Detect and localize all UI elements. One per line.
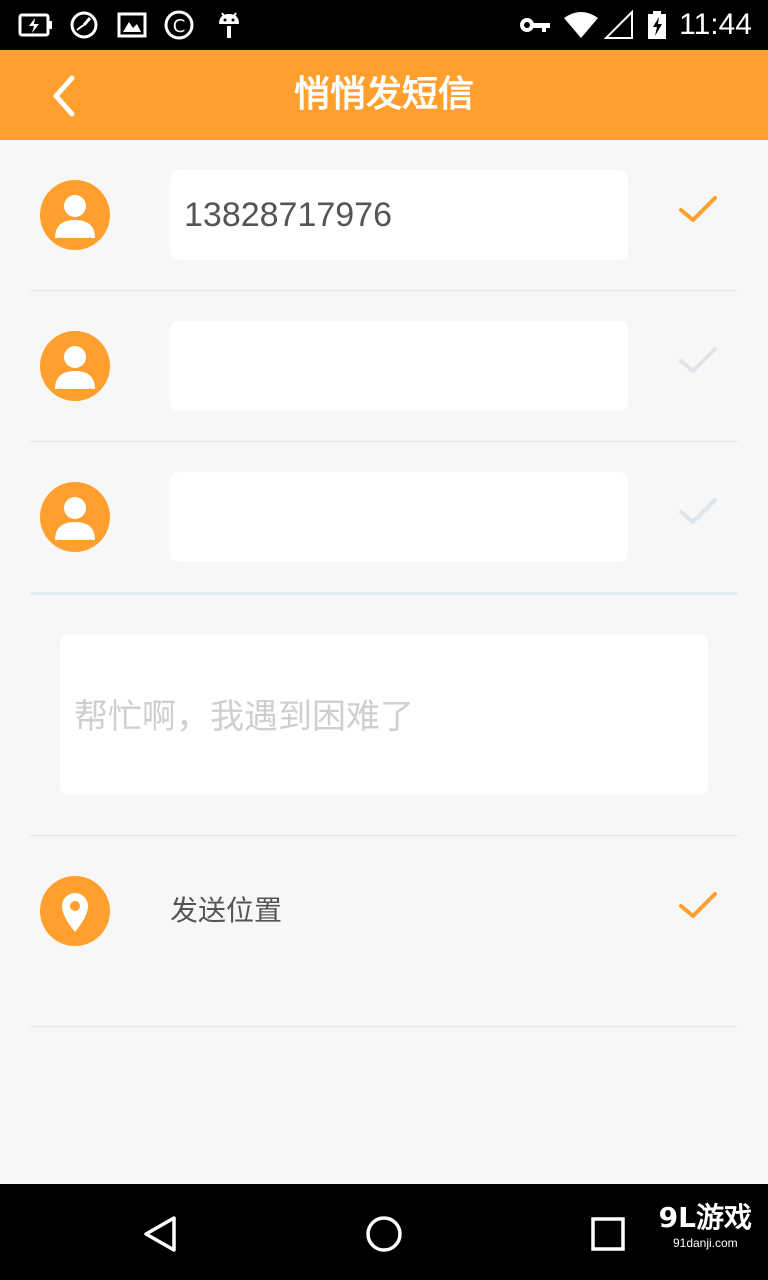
check-icon[interactable] (676, 343, 720, 379)
page-title: 悄悄发短信 (293, 74, 474, 115)
android-icon (219, 12, 239, 38)
speedometer-icon (70, 11, 98, 39)
battery-charging-icon (18, 13, 52, 37)
gallery-icon (117, 12, 147, 38)
clock-time: 11:44 (679, 8, 752, 41)
vpn-key-icon (520, 18, 550, 32)
message-input[interactable] (60, 635, 708, 795)
map-pin-icon (62, 893, 88, 932)
app-bar: 悄悄发短信 (0, 50, 768, 140)
status-bar: C 11:44 (0, 0, 768, 50)
contact-row (0, 291, 768, 442)
watermark-logo: 9L游戏 (658, 1201, 752, 1234)
send-location-label: 发送位置 (170, 894, 283, 927)
back-triangle-icon[interactable] (138, 1212, 182, 1256)
phone-input-3[interactable] (170, 472, 628, 562)
send-location-row[interactable]: 发送位置 (0, 836, 768, 1026)
contact-row (0, 442, 768, 593)
home-circle-icon[interactable] (362, 1212, 406, 1256)
svg-text:C: C (173, 16, 186, 37)
check-icon[interactable] (676, 192, 720, 228)
person-icon (55, 346, 95, 394)
battery-icon (648, 11, 666, 39)
avatar (40, 331, 110, 401)
recents-square-icon[interactable] (586, 1212, 630, 1256)
check-icon[interactable] (676, 494, 720, 530)
phone-input-1[interactable] (170, 170, 628, 260)
watermark-url: 91danji.com (672, 1236, 738, 1250)
contact-row (0, 140, 768, 291)
copyright-icon: C (164, 10, 194, 40)
chevron-left-icon[interactable] (36, 68, 96, 124)
signal-icon (604, 10, 633, 39)
avatar (40, 482, 110, 552)
divider (30, 1026, 738, 1027)
navigation-bar: 9L游戏 91danji.com (0, 1184, 768, 1280)
wifi-icon (564, 12, 598, 38)
watermark: 9L游戏 91danji.com (659, 1200, 752, 1250)
person-icon (55, 497, 95, 545)
avatar (40, 180, 110, 250)
phone-input-2[interactable] (170, 321, 628, 411)
check-icon[interactable] (676, 888, 720, 924)
person-icon (55, 195, 95, 243)
section-divider (30, 592, 738, 595)
location-avatar (40, 876, 110, 946)
